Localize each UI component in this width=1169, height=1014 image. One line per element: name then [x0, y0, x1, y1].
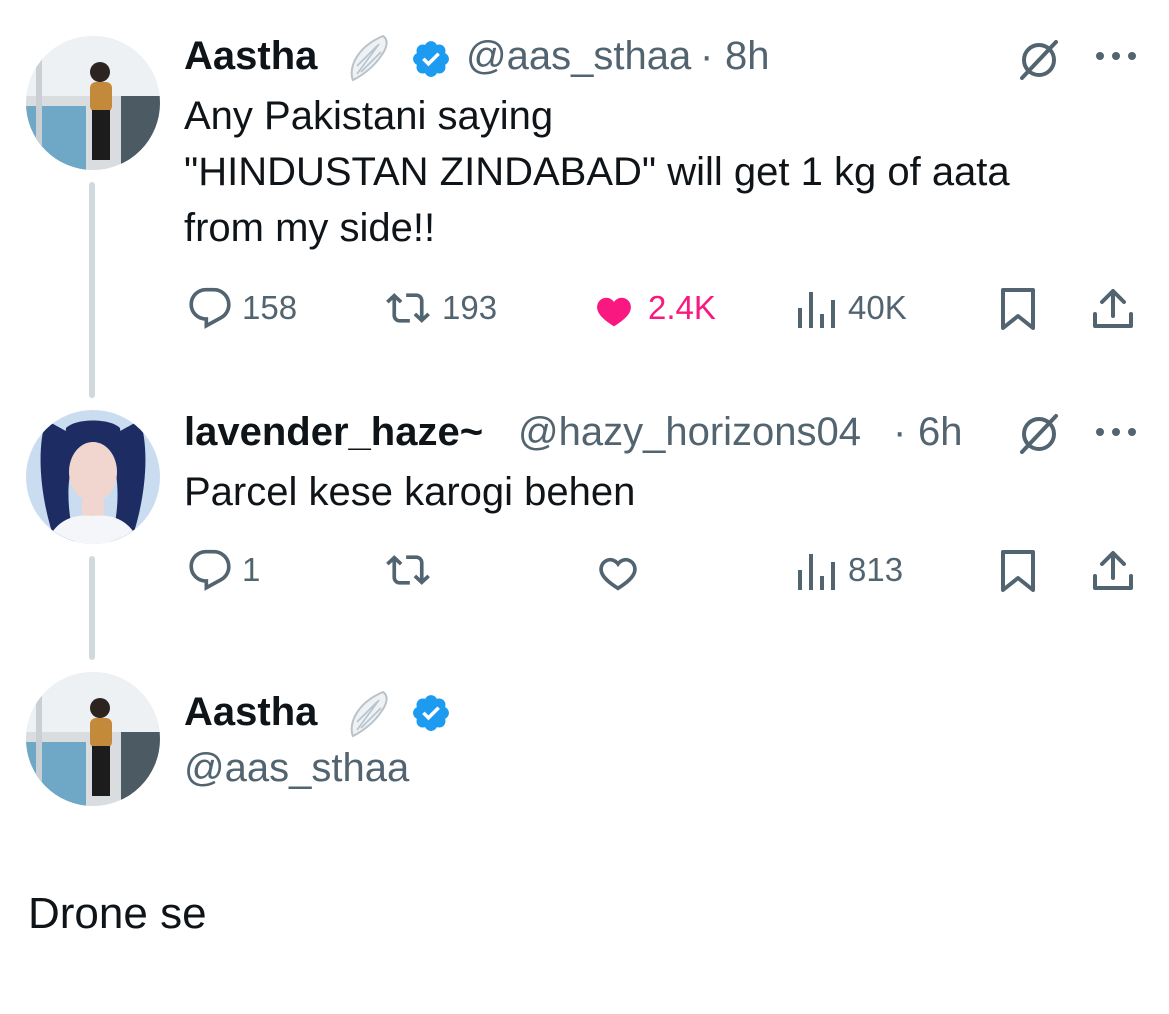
author-handle[interactable]: @aas_sthaa [184, 744, 409, 792]
tweet-text-line: "HINDUSTAN ZINDABAD" will get 1 kg of aa… [184, 150, 1010, 194]
views-icon [796, 286, 838, 330]
views-count: 40K [848, 289, 907, 326]
tweet-text-line: Any Pakistani saying [184, 94, 554, 138]
timestamp[interactable]: 8h [725, 32, 770, 80]
tweet-text: Any Pakistani saying "HINDUSTAN ZINDABAD… [184, 88, 1010, 256]
author-name[interactable]: Aastha [184, 32, 317, 80]
thread-line [89, 182, 95, 398]
repost-button[interactable]: 193 [384, 286, 497, 330]
author-name[interactable]: Aastha [184, 688, 317, 736]
reply-count: 1 [242, 551, 261, 588]
repost-button[interactable] [384, 548, 442, 592]
repost-icon [384, 286, 432, 330]
grok-icon[interactable] [1016, 36, 1062, 87]
like-icon [594, 548, 642, 592]
separator: · [893, 410, 907, 454]
wing-emoji-icon [343, 688, 391, 743]
more-icon[interactable] [1092, 424, 1140, 445]
main-tweet-text: Drone se [28, 889, 207, 938]
reply-icon [188, 548, 232, 592]
views-count: 813 [848, 551, 904, 588]
verified-badge-icon[interactable] [410, 38, 452, 85]
like-icon [590, 286, 638, 330]
views-icon [796, 548, 838, 592]
avatar[interactable] [26, 672, 160, 806]
author-name[interactable]: lavender_haze~ [184, 408, 483, 456]
timestamp[interactable]: 6h [918, 408, 963, 456]
wing-emoji-icon [343, 32, 391, 87]
reply-button[interactable]: 158 [188, 286, 297, 330]
bookmark-icon[interactable] [998, 286, 1038, 337]
reply-button[interactable]: 1 [188, 548, 260, 592]
reply-count: 158 [242, 289, 298, 326]
repost-count: 193 [442, 289, 498, 326]
avatar[interactable] [26, 410, 160, 544]
views-button[interactable]: 813 [796, 548, 903, 592]
author-handle[interactable]: @hazy_horizons04 [518, 408, 861, 456]
bookmark-icon[interactable] [998, 548, 1038, 599]
grok-icon[interactable] [1016, 410, 1062, 461]
like-button[interactable] [594, 548, 652, 592]
author-handle[interactable]: @aas_sthaa [466, 32, 691, 80]
like-count: 2.4K [648, 289, 716, 326]
tweet-text-line: from my side!! [184, 206, 436, 250]
share-icon[interactable] [1090, 548, 1136, 599]
avatar[interactable] [26, 36, 160, 170]
verified-badge-icon[interactable] [410, 692, 452, 739]
separator: · [700, 34, 714, 78]
views-button[interactable]: 40K [796, 286, 907, 330]
like-button[interactable]: 2.4K [590, 286, 716, 330]
tweet-text-line: Parcel kese karogi behen [184, 470, 636, 514]
share-icon[interactable] [1090, 286, 1136, 337]
tweet-text: Parcel kese karogi behen [184, 464, 635, 520]
thread-line [89, 556, 95, 660]
reply-icon [188, 286, 232, 330]
repost-icon [384, 548, 432, 592]
more-icon[interactable] [1092, 48, 1140, 69]
